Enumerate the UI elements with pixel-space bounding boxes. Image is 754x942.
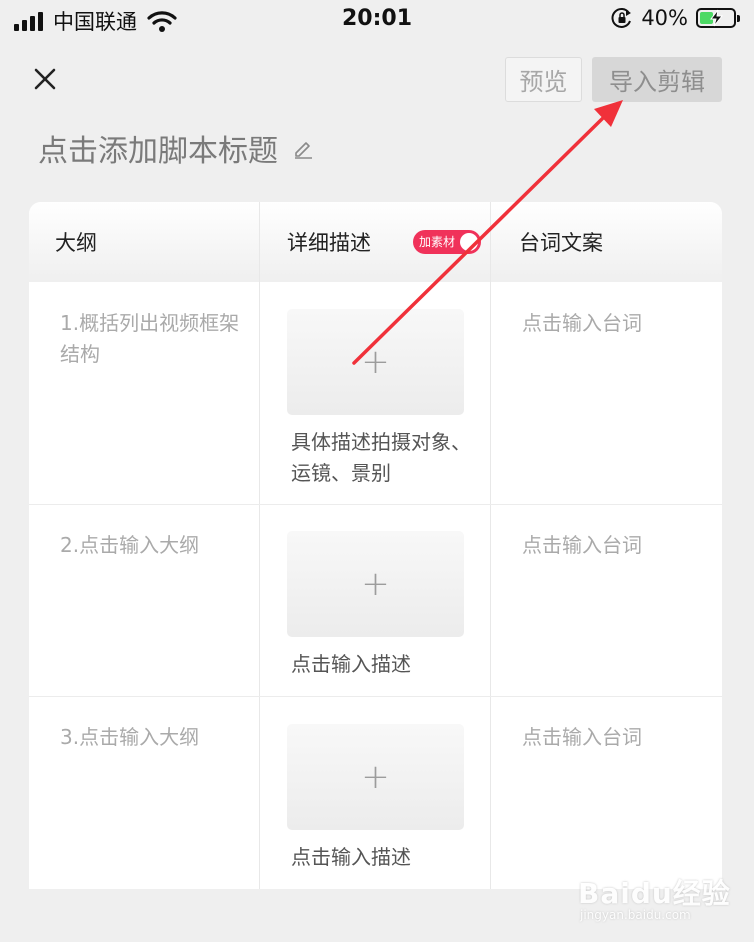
row-2-description[interactable]: 点击输入描述	[291, 649, 471, 680]
pencil-icon[interactable]	[292, 137, 314, 159]
plus-icon: +	[361, 564, 390, 604]
row-3-outline[interactable]: 3.点击输入大纲	[60, 722, 240, 753]
baidu-watermark: Baidu经验 jingyan.baidu.com	[578, 872, 731, 922]
script-title-row: 点击添加脚本标题	[38, 126, 314, 170]
row-divider	[29, 696, 722, 697]
column-divider	[259, 202, 260, 889]
header-lines: 台词文案	[519, 231, 603, 255]
watermark-logo: Baidu经验	[578, 877, 731, 910]
row-3-lines[interactable]: 点击输入台词	[522, 722, 702, 753]
row-divider	[29, 504, 722, 505]
row-3-add-material-button[interactable]: +	[287, 724, 464, 830]
orientation-lock-icon	[611, 8, 632, 28]
row-1-add-material-button[interactable]: +	[287, 309, 464, 415]
import-edit-button[interactable]: 导入剪辑	[592, 57, 722, 102]
add-material-toggle[interactable]: 加素材	[413, 230, 481, 254]
add-material-label: 加素材	[419, 235, 456, 249]
script-table: 大纲 详细描述 台词文案 加素材 1.概括列出视频框架结构 + 具体描述拍摄对象…	[29, 202, 722, 889]
close-icon[interactable]	[28, 62, 62, 96]
row-1-lines[interactable]: 点击输入台词	[522, 308, 702, 339]
row-2-add-material-button[interactable]: +	[287, 531, 464, 637]
header-outline: 大纲	[55, 231, 97, 255]
row-2-lines[interactable]: 点击输入台词	[522, 530, 702, 561]
row-1-outline[interactable]: 1.概括列出视频框架结构	[60, 308, 240, 370]
table-header: 大纲 详细描述 台词文案 加素材	[29, 202, 722, 282]
status-right: 40%	[611, 6, 740, 30]
battery-charging-icon	[696, 8, 740, 28]
status-bar: 中国联通 20:01 40%	[0, 0, 754, 40]
script-title-input[interactable]: 点击添加脚本标题	[38, 126, 278, 170]
row-2-outline[interactable]: 2.点击输入大纲	[60, 530, 240, 561]
toggle-knob	[460, 233, 478, 251]
header-detail: 详细描述	[287, 231, 371, 255]
preview-button[interactable]: 预览	[505, 57, 582, 102]
row-3-description[interactable]: 点击输入描述	[291, 842, 471, 873]
battery-percent: 40%	[641, 6, 688, 30]
plus-icon: +	[361, 757, 390, 797]
plus-icon: +	[361, 342, 390, 382]
column-divider	[490, 202, 491, 889]
row-1-description[interactable]: 具体描述拍摄对象、运镜、景别	[291, 427, 471, 489]
